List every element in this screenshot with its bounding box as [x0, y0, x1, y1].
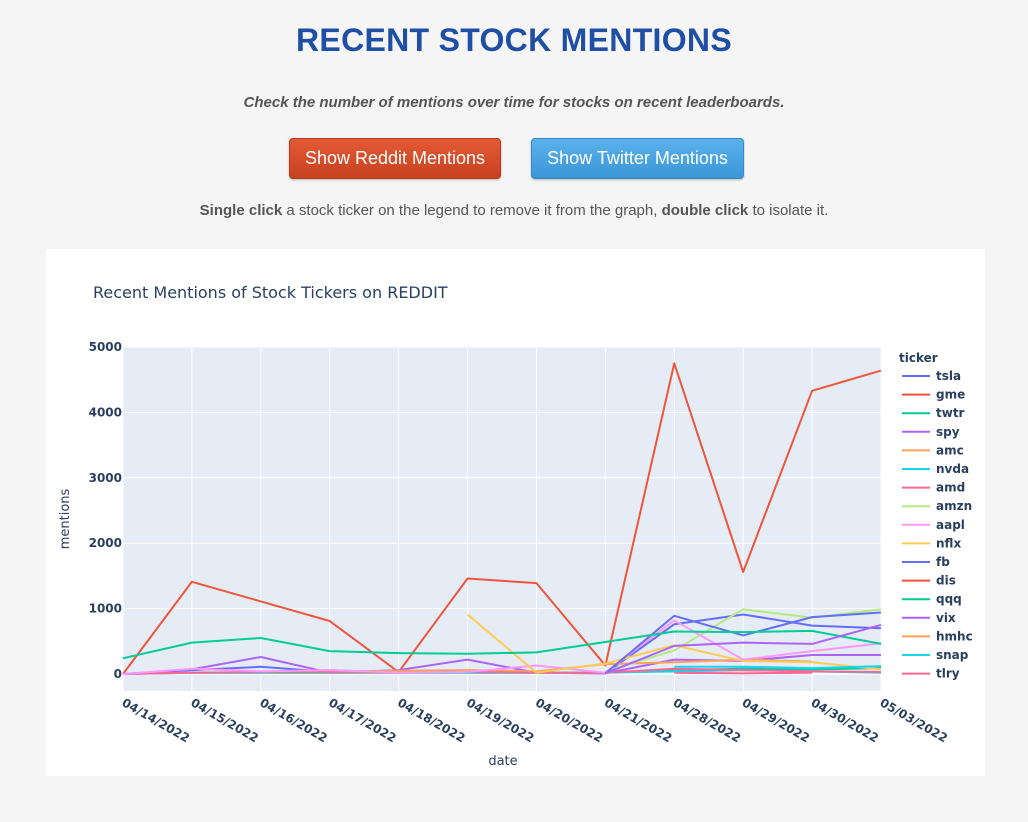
x-tick-label: 04/17/2022: [326, 695, 398, 745]
legend-item-amzn[interactable]: amzn: [902, 499, 972, 513]
legend-label: aapl: [936, 518, 965, 532]
series-line-tlry: [674, 671, 813, 675]
legend-label: tlry: [936, 667, 960, 681]
page-title: RECENT STOCK MENTIONS: [296, 22, 732, 58]
legend-label: amc: [936, 443, 964, 457]
legend-label: fb: [936, 555, 950, 569]
instructions-double-click: double click: [661, 202, 749, 219]
page-subtitle: Check the number of mentions over time f…: [243, 94, 785, 111]
chart-title: Recent Mentions of Stock Tickers on REDD…: [93, 283, 448, 302]
x-tick-label: 04/19/2022: [464, 695, 536, 745]
y-tick-label: 3000: [89, 471, 122, 485]
x-tick-label: 04/20/2022: [533, 695, 605, 745]
show-reddit-mentions-button[interactable]: Show Reddit Mentions: [289, 138, 501, 179]
legend-item-nvda[interactable]: nvda: [902, 462, 969, 476]
legend-item-twtr[interactable]: twtr: [902, 406, 965, 420]
chart-card: Recent Mentions of Stock Tickers on REDD…: [46, 249, 985, 776]
legend-item-amd[interactable]: amd: [902, 481, 965, 495]
legend-label: twtr: [936, 406, 965, 420]
legend-item-gme[interactable]: gme: [902, 388, 965, 402]
legend-item-hmhc[interactable]: hmhc: [902, 629, 973, 643]
legend-item-amc[interactable]: amc: [902, 443, 964, 457]
legend-item-snap[interactable]: snap: [902, 648, 969, 662]
instructions-single-click: Single click: [199, 202, 283, 219]
y-tick-label: 1000: [89, 602, 122, 616]
legend-label: gme: [936, 388, 965, 402]
legend-label: qqq: [936, 592, 962, 606]
x-axis-ticks: 04/14/202204/15/202204/16/202204/17/2022…: [120, 695, 950, 745]
legend-label: tsla: [936, 369, 961, 383]
y-axis-label: mentions: [58, 488, 73, 549]
legend-label: dis: [936, 574, 956, 588]
legend-item-spy[interactable]: spy: [902, 425, 960, 439]
x-tick-label: 04/29/2022: [740, 695, 812, 745]
legend-label: nflx: [936, 536, 961, 550]
mentions-chart[interactable]: Recent Mentions of Stock Tickers on REDD…: [46, 249, 985, 776]
x-tick-label: 04/15/2022: [188, 695, 260, 745]
legend-label: snap: [936, 648, 969, 662]
y-tick-label: 0: [114, 667, 122, 681]
legend-title: ticker: [899, 351, 938, 365]
legend-item-nflx[interactable]: nflx: [902, 536, 961, 550]
y-tick-label: 5000: [89, 340, 122, 354]
legend-item-dis[interactable]: dis: [902, 574, 956, 588]
legend-label: vix: [936, 611, 956, 625]
x-tick-label: 04/28/2022: [671, 695, 743, 745]
show-twitter-mentions-button[interactable]: Show Twitter Mentions: [531, 138, 744, 179]
x-tick-label: 04/16/2022: [257, 695, 329, 745]
instructions-text-2: to isolate it.: [748, 202, 829, 219]
x-tick-label: 05/03/2022: [878, 695, 950, 745]
x-tick-label: 04/30/2022: [809, 695, 881, 745]
legend[interactable]: tsla gme twtr spy amc nvda amd amzn aapl nflx fb di…: [902, 369, 973, 681]
x-tick-label: 04/18/2022: [395, 695, 467, 745]
y-axis-ticks: 0 1000 2000 3000 4000 5000: [89, 340, 122, 681]
instructions-text-1: a stock ticker on the legend to remove i…: [282, 202, 662, 219]
y-tick-label: 4000: [89, 405, 122, 419]
legend-item-tlry[interactable]: tlry: [902, 667, 960, 681]
legend-label: nvda: [936, 462, 969, 476]
y-tick-label: 2000: [89, 536, 122, 550]
legend-item-vix[interactable]: vix: [902, 611, 956, 625]
legend-label: amzn: [936, 499, 972, 513]
legend-label: hmhc: [936, 629, 973, 643]
legend-label: amd: [936, 481, 965, 495]
x-axis-label: date: [488, 754, 517, 769]
legend-item-fb[interactable]: fb: [902, 555, 950, 569]
x-tick-label: 04/21/2022: [602, 695, 674, 745]
legend-item-qqq[interactable]: qqq: [902, 592, 962, 606]
legend-label: spy: [936, 425, 960, 439]
x-tick-label: 04/14/2022: [120, 695, 192, 745]
legend-item-aapl[interactable]: aapl: [902, 518, 965, 532]
legend-item-tsla[interactable]: tsla: [902, 369, 961, 383]
legend-instructions: Single click a stock ticker on the legen…: [0, 202, 1028, 219]
